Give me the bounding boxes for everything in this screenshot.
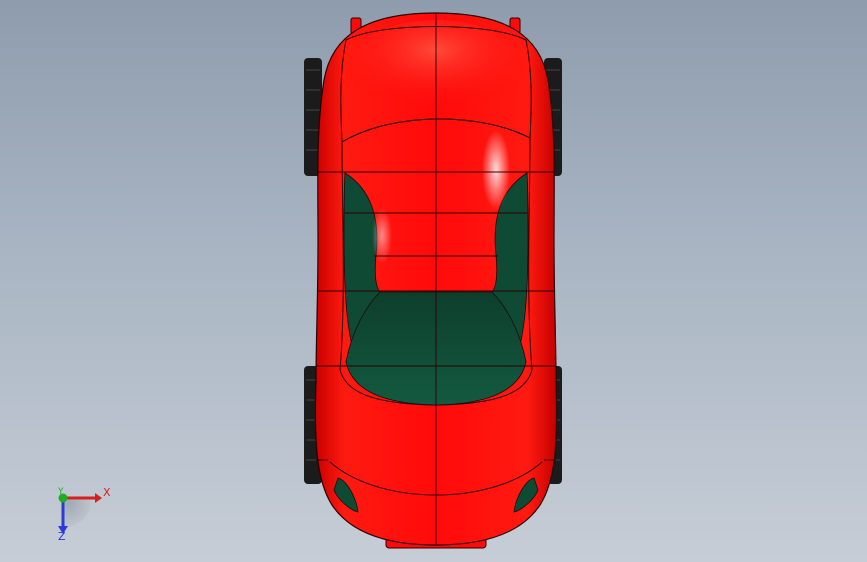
x-axis-label: X bbox=[103, 486, 111, 499]
z-axis-label: Z bbox=[58, 530, 66, 543]
graphics-viewport[interactable]: X Y Z bbox=[0, 0, 867, 562]
gloss-highlight-right bbox=[482, 130, 510, 210]
orientation-triad: X Y Z bbox=[40, 476, 130, 548]
y-axis-label: Y bbox=[58, 487, 64, 497]
car-model-top-view[interactable] bbox=[0, 0, 867, 562]
